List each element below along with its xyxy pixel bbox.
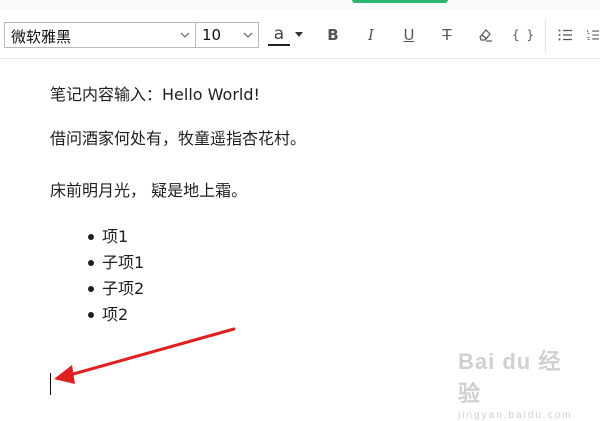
- list-item-label: 子项2: [102, 279, 145, 298]
- list-item: 项1: [84, 224, 144, 250]
- bullet-icon: [88, 286, 94, 292]
- paragraph: 笔记内容输入：Hello World!: [50, 85, 260, 104]
- list-item: 项2: [84, 302, 144, 328]
- watermark-brand: Bai du 经验: [458, 349, 562, 406]
- bold-icon: B: [327, 26, 339, 44]
- list-item-label: 项2: [102, 305, 129, 324]
- numbered-list-button[interactable]: [586, 22, 600, 48]
- strikethrough-icon: T: [442, 26, 452, 44]
- font-size-value: 10: [202, 26, 222, 44]
- font-color-icon: a: [273, 23, 285, 44]
- bold-button[interactable]: B: [320, 22, 346, 48]
- list-item-label: 子项1: [102, 253, 145, 272]
- underline-button[interactable]: U: [396, 22, 422, 48]
- underline-icon: U: [403, 26, 415, 44]
- bullet-icon: [88, 260, 94, 266]
- bulleted-list: 项1 子项1 子项2 项2: [84, 224, 144, 328]
- font-family-value: 微软雅黑: [11, 28, 72, 46]
- watermark: Bai du 经验 jingyan.baidu.com: [458, 344, 578, 421]
- eraser-icon: [479, 29, 492, 42]
- bulleted-list-button[interactable]: [552, 22, 578, 48]
- font-color-swatch: [268, 43, 290, 46]
- watermark-url: jingyan.baidu.com: [458, 410, 573, 421]
- chevron-down-icon: [180, 32, 190, 38]
- chevron-down-icon: [243, 32, 253, 38]
- font-color-button[interactable]: a: [266, 22, 292, 48]
- numbered-list-icon: [587, 29, 600, 40]
- code-button[interactable]: { }: [510, 22, 536, 48]
- font-size-select[interactable]: 10: [195, 22, 259, 48]
- paragraph: 床前明月光， 疑是地上霜。: [50, 181, 248, 200]
- accent-tab-indicator: [352, 0, 448, 3]
- bullet-icon: [88, 234, 94, 240]
- list-item-label: 项1: [102, 227, 129, 246]
- list-item: 子项1: [84, 250, 144, 276]
- italic-button[interactable]: I: [358, 22, 384, 48]
- bulleted-list-icon: [558, 29, 572, 41]
- caret-down-icon: [295, 32, 303, 37]
- code-icon: { }: [512, 28, 534, 42]
- paragraph: 借问酒家何处有，牧童遥指杏花村。: [50, 129, 307, 148]
- strikethrough-button[interactable]: T: [434, 22, 460, 48]
- bullet-icon: [88, 312, 94, 318]
- italic-icon: I: [368, 26, 374, 44]
- text-cursor: [50, 373, 51, 395]
- list-item: 子项2: [84, 276, 144, 302]
- top-strip: [0, 0, 600, 10]
- toolbar-divider: [545, 20, 546, 52]
- clear-format-button[interactable]: [472, 22, 498, 48]
- formatting-toolbar: 微软雅黑 10 a B I U T { }: [0, 14, 600, 59]
- font-family-select[interactable]: 微软雅黑: [4, 22, 196, 48]
- font-color-dropdown[interactable]: [292, 22, 306, 48]
